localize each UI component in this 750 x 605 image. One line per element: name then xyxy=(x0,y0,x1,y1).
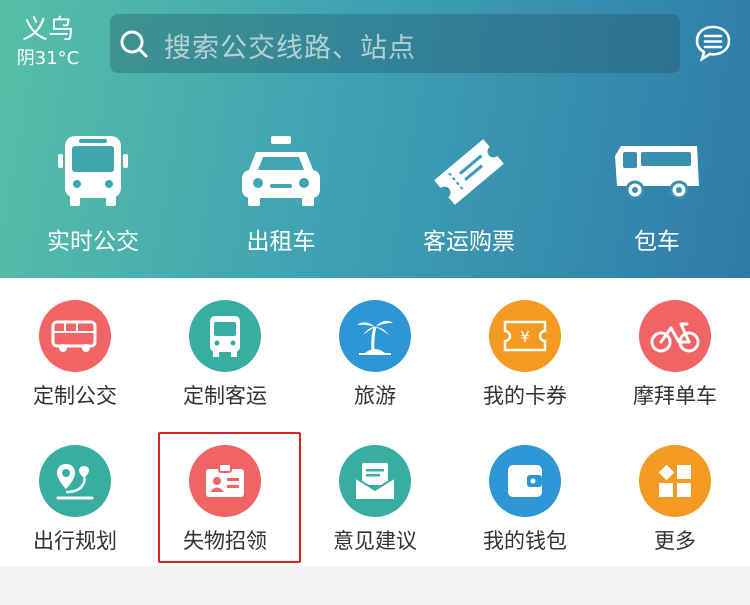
service-label: 旅游 xyxy=(354,384,396,408)
custom-bus-icon xyxy=(39,300,111,372)
coach-bus-icon xyxy=(615,146,699,200)
service-travel[interactable]: 旅游 xyxy=(300,278,450,418)
top-nav-label: 实时公交 xyxy=(47,229,139,255)
service-label: 失物招领 xyxy=(183,529,267,553)
message-icon[interactable] xyxy=(694,24,732,62)
coupon-yen-icon: ¥ xyxy=(489,300,561,372)
ticket-icon xyxy=(434,139,504,205)
services-grid: 定制公交 定制客运 旅游 ¥ 我的卡券 摩拜单车 出行规划 失物招领 意见建议 … xyxy=(0,278,750,566)
lost-found-icon xyxy=(189,445,261,517)
service-lost-found[interactable]: 失物招领 xyxy=(150,423,300,563)
service-custom-bus[interactable]: 定制公交 xyxy=(0,278,150,418)
service-label: 意见建议 xyxy=(333,529,417,553)
service-label: 定制客运 xyxy=(183,384,267,408)
service-trip-plan[interactable]: 出行规划 xyxy=(0,423,150,563)
weather-text: 阴31°C xyxy=(16,48,80,69)
service-label: 更多 xyxy=(654,529,696,553)
top-nav-label: 出租车 xyxy=(246,229,316,255)
service-feedback[interactable]: 意见建议 xyxy=(300,423,450,563)
header-banner: 义乌 阴31°C 搜索公交线路、站点 实时公交 出租车 客运购票 包车 xyxy=(0,0,750,278)
service-more[interactable]: 更多 xyxy=(600,423,750,563)
service-label: 出行规划 xyxy=(33,529,117,553)
top-nav-label: 客运购票 xyxy=(423,229,515,255)
taxi-icon xyxy=(242,136,320,206)
custom-coach-icon xyxy=(189,300,261,372)
top-nav-ticket[interactable]: 客运购票 xyxy=(384,130,554,260)
top-nav-charter[interactable]: 包车 xyxy=(572,130,742,260)
city-name: 义乌 xyxy=(21,15,74,45)
bus-front-icon xyxy=(58,136,128,206)
service-wallet[interactable]: 我的钱包 xyxy=(450,423,600,563)
top-nav-label: 包车 xyxy=(634,229,680,255)
wallet-icon xyxy=(489,445,561,517)
top-nav-realtime-bus[interactable]: 实时公交 xyxy=(8,130,178,260)
feedback-mail-icon xyxy=(339,445,411,517)
service-coupons[interactable]: ¥ 我的卡券 xyxy=(450,278,600,418)
location-weather[interactable]: 义乌 阴31°C xyxy=(12,14,84,72)
svg-text:¥: ¥ xyxy=(520,328,530,346)
search-placeholder: 搜索公交线路、站点 xyxy=(164,33,416,64)
route-plan-icon xyxy=(39,445,111,517)
more-grid-icon xyxy=(639,445,711,517)
service-mobike[interactable]: 摩拜单车 xyxy=(600,278,750,418)
bicycle-icon xyxy=(639,300,711,372)
service-label: 我的卡券 xyxy=(483,384,567,408)
service-label: 摩拜单车 xyxy=(633,384,717,408)
search-icon xyxy=(120,30,148,58)
service-label: 定制公交 xyxy=(33,384,117,408)
top-nav-taxi[interactable]: 出租车 xyxy=(196,130,366,260)
search-bar[interactable]: 搜索公交线路、站点 xyxy=(110,14,680,73)
palm-island-icon xyxy=(339,300,411,372)
service-label: 我的钱包 xyxy=(483,529,567,553)
service-custom-coach[interactable]: 定制客运 xyxy=(150,278,300,418)
